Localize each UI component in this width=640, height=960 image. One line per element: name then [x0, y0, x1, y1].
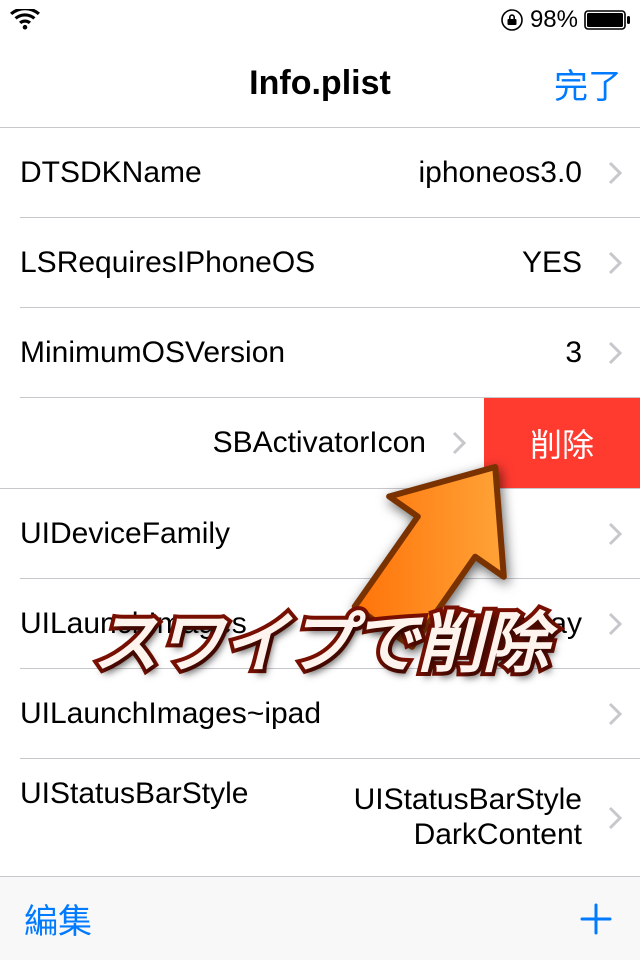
page-title: Info.plist — [249, 64, 391, 103]
table-row[interactable]: MinimumOSVersion 3 — [20, 308, 640, 398]
swiped-row-container: Class SBActivatorIcon 削除 — [0, 398, 640, 489]
plus-icon — [576, 899, 616, 939]
table-row[interactable]: UILaunchImages Array — [20, 579, 640, 669]
row-key: MinimumOSVersion — [20, 336, 285, 370]
chevron-right-icon — [606, 338, 624, 368]
delete-button[interactable]: 削除 — [484, 398, 640, 488]
chevron-right-icon — [606, 803, 624, 833]
table-row[interactable]: UIDeviceFamily — [20, 489, 640, 579]
chevron-right-icon — [606, 519, 624, 549]
row-value: UIStatusBarStyle DarkContent — [248, 783, 596, 852]
property-list: DTSDKName iphoneos3.0 LSRequiresIPhoneOS… — [0, 128, 640, 877]
battery-icon — [584, 10, 630, 30]
battery-percent: 98% — [530, 6, 578, 34]
row-key: LSRequiresIPhoneOS — [20, 246, 315, 280]
wifi-icon — [10, 9, 40, 31]
chevron-right-icon — [606, 248, 624, 278]
chevron-right-icon — [606, 609, 624, 639]
add-button[interactable] — [576, 899, 616, 939]
row-value: 3 — [285, 336, 596, 370]
table-row[interactable]: UIStatusBarStyle UIStatusBarStyle DarkCo… — [20, 759, 640, 877]
table-row[interactable]: UILaunchImages~ipad — [20, 669, 640, 759]
nav-bar: Info.plist 完了 — [0, 40, 640, 128]
row-value: iphoneos3.0 — [202, 156, 596, 190]
edit-button[interactable]: 編集 — [24, 894, 92, 943]
table-row[interactable]: DTSDKName iphoneos3.0 — [20, 128, 640, 218]
toolbar: 編集 — [0, 876, 640, 960]
row-value: Array — [247, 607, 596, 641]
row-key: UIStatusBarStyle — [20, 759, 248, 811]
row-key: UILaunchImages~ipad — [20, 697, 321, 731]
table-row[interactable]: LSRequiresIPhoneOS YES — [20, 218, 640, 308]
status-bar: 98% — [0, 0, 640, 40]
done-button[interactable]: 完了 — [554, 59, 622, 108]
row-key: DTSDKName — [20, 156, 202, 190]
chevron-right-icon — [606, 699, 624, 729]
row-value: YES — [315, 246, 596, 280]
chevron-right-icon — [606, 158, 624, 188]
row-key: UIDeviceFamily — [20, 517, 230, 551]
chevron-right-icon — [450, 428, 468, 458]
table-row[interactable]: Class SBActivatorIcon 削除 — [0, 398, 640, 488]
row-key: UILaunchImages — [20, 607, 247, 641]
orientation-lock-icon — [500, 8, 524, 32]
